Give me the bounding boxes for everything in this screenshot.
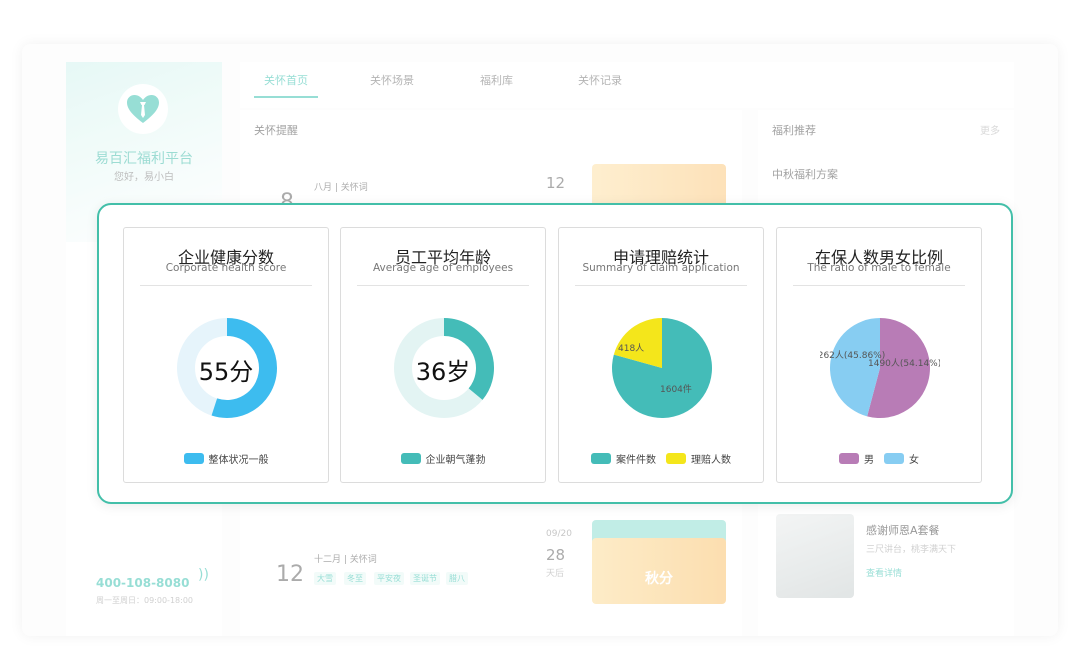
legend-item[interactable]: 男 xyxy=(839,451,874,466)
hotline-number: 400-108-8080 xyxy=(96,576,190,590)
gender-pie-chart: 1490人(54.14%)1262人(45.86%) xyxy=(820,318,940,418)
row-month: 八月 | 关怀词 xyxy=(314,183,368,193)
legend: 整体状况一般 xyxy=(124,451,328,466)
legend-item[interactable]: 女 xyxy=(884,451,919,466)
legend: 案件件数 理赔人数 xyxy=(559,451,763,466)
legend-label: 女 xyxy=(909,455,919,466)
slice-data-label: 1604件 xyxy=(660,383,692,395)
brand-logo xyxy=(118,84,168,134)
tag[interactable]: 大雪 xyxy=(314,572,336,585)
legend: 企业朝气蓬勃 xyxy=(341,451,545,466)
divider xyxy=(357,285,529,286)
panel-title: 关怀提醒 xyxy=(254,124,298,137)
stats-dashboard: 企业健康分数 Corporate health score 55分 整体状况一般… xyxy=(97,203,1013,504)
heart-icon xyxy=(127,95,159,123)
legend-swatch xyxy=(839,453,859,464)
tab-care-records[interactable]: 关怀记录 xyxy=(578,72,622,98)
tag[interactable]: 平安夜 xyxy=(374,572,404,585)
legend-label: 男 xyxy=(864,455,874,466)
legend-swatch xyxy=(591,453,611,464)
legend-swatch xyxy=(400,453,421,464)
card-subtitle: Summary of claim application xyxy=(582,262,740,274)
claim-pie-chart: 1604件 418人 xyxy=(612,318,712,418)
solar-label: 天后 xyxy=(546,569,565,579)
gender-ratio-card: 在保人数男女比例 The ratio of male to female 149… xyxy=(776,227,982,483)
slice-data-label: 418人 xyxy=(618,343,644,354)
more-link[interactable]: 更多 xyxy=(980,122,1000,137)
signal-icon: )) xyxy=(198,567,209,583)
legend-label: 整体状况一般 xyxy=(208,455,269,466)
festival-card[interactable]: 秋分 xyxy=(592,538,726,604)
legend-item[interactable]: 案件件数 xyxy=(591,451,656,466)
solar-day: 28 xyxy=(546,546,566,564)
tab-care-scenes[interactable]: 关怀场景 xyxy=(370,72,414,98)
panel-title: 福利推荐 xyxy=(772,124,816,137)
tab-welfare-library[interactable]: 福利库 xyxy=(480,72,513,98)
product-image[interactable] xyxy=(776,514,854,598)
legend: 男 女 xyxy=(777,451,981,466)
card-subtitle: The ratio of male to female xyxy=(807,262,951,274)
center-value: 36岁 xyxy=(415,358,471,386)
legend-swatch xyxy=(666,453,686,464)
card-subtitle: Average age of employees xyxy=(372,262,514,274)
user-greeting: 您好，易小白 xyxy=(114,172,174,183)
slice-data-label: 1262人(45.86%) xyxy=(820,350,885,361)
plan-title: 中秋福利方案 xyxy=(772,168,838,181)
event-date: 09/20 xyxy=(546,529,572,539)
legend-item[interactable]: 理赔人数 xyxy=(666,451,731,466)
legend-item[interactable]: 企业朝气蓬勃 xyxy=(400,451,486,466)
divider xyxy=(793,285,965,286)
legend-swatch xyxy=(884,453,904,464)
health-score-card: 企业健康分数 Corporate health score 55分 整体状况一般 xyxy=(123,227,329,483)
tag[interactable]: 冬至 xyxy=(344,572,366,585)
festival-name: 秋分 xyxy=(645,571,673,587)
top-navigation: 关怀首页 关怀场景 福利库 关怀记录 xyxy=(240,62,1014,108)
center-value: 55分 xyxy=(198,358,254,386)
row-day: 12 xyxy=(276,562,304,587)
average-age-card: 员工平均年龄 Average age of employees 36岁 企业朝气… xyxy=(340,227,546,483)
legend-item[interactable]: 整体状况一般 xyxy=(183,451,269,466)
claim-summary-card: 申请理赔统计 Summary of claim application 1604… xyxy=(558,227,764,483)
legend-label: 理赔人数 xyxy=(691,455,731,466)
legend-label: 企业朝气蓬勃 xyxy=(425,455,486,466)
product-desc: 三尺讲台，桃李满天下 xyxy=(866,545,957,555)
row-month: 十二月 | 关怀词 xyxy=(314,555,377,565)
card-subtitle: Corporate health score xyxy=(165,262,287,274)
solar-day: 12 xyxy=(546,174,566,192)
tag[interactable]: 腊八 xyxy=(446,572,468,585)
tab-care-home[interactable]: 关怀首页 xyxy=(254,72,318,98)
brand-name: 易百汇福利平台 xyxy=(95,151,193,167)
legend-swatch xyxy=(183,453,204,464)
work-hours: 周一至周日：09:00-18:00 xyxy=(96,596,193,605)
divider xyxy=(140,285,312,286)
tag[interactable]: 圣诞节 xyxy=(410,572,440,585)
product-name: 感谢师恩A套餐 xyxy=(866,524,940,537)
product-detail-link[interactable]: 查看详情 xyxy=(866,566,902,579)
legend-label: 案件件数 xyxy=(616,455,656,466)
divider xyxy=(575,285,747,286)
